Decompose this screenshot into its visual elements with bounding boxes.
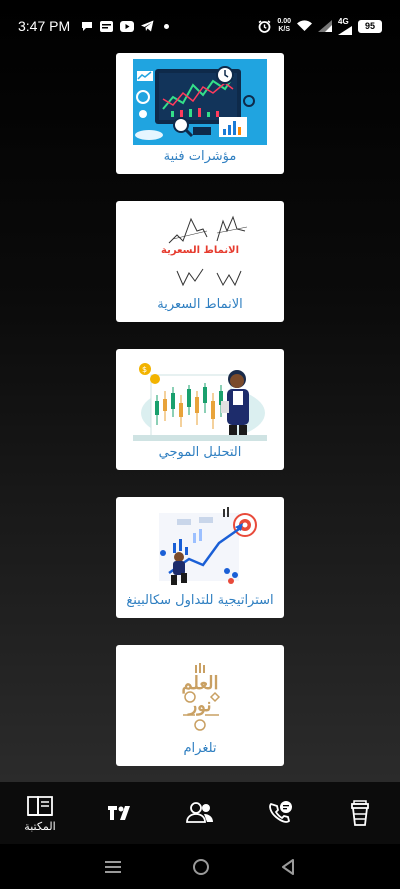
nav-users[interactable] (165, 802, 235, 824)
youtube-icon (120, 20, 135, 32)
svg-text:$: $ (142, 365, 147, 374)
alarm-icon (258, 19, 271, 33)
status-time: 3:47 PM (18, 18, 71, 34)
wave-analysis-image: $ (133, 355, 267, 441)
price-patterns-image: الانماط السعرية (133, 207, 267, 293)
nav-library[interactable]: المكتبة (5, 794, 75, 833)
telegram-logo-image: العلم نور (133, 651, 267, 737)
recent-apps-icon[interactable] (105, 860, 122, 874)
net-speed-value: 0.00 (277, 18, 291, 25)
nav-coffee[interactable] (325, 800, 395, 826)
home-icon[interactable] (192, 858, 210, 876)
card-price-patterns[interactable]: الانماط السعرية الانماط السعرية (116, 201, 284, 322)
card-label: استراتيجية للتداول سكالبينغ (126, 593, 274, 608)
chat-icon (82, 22, 93, 31)
coffee-cup-icon (351, 800, 369, 826)
news-icon (100, 20, 114, 32)
nav-library-label: المكتبة (24, 819, 56, 833)
system-navigation-bar (0, 844, 400, 889)
telegram-icon (141, 20, 154, 32)
status-bar: 3:47 PM 0.00 K/S 4G 95 (0, 0, 400, 52)
card-wave-analysis[interactable]: $ التحليل الموجي (116, 349, 284, 470)
telegram-logo-text-top: العلم (181, 673, 219, 694)
dot-icon (164, 23, 170, 29)
net-speed: 0.00 K/S (277, 18, 291, 34)
battery-indicator: 95 (358, 19, 382, 33)
signal-icon (338, 25, 352, 35)
price-patterns-image-text: الانماط السعرية (161, 245, 239, 256)
card-technical-indicators[interactable]: مؤشرات فنية (116, 53, 284, 174)
library-icon (27, 795, 53, 816)
network-type: 4G (338, 16, 349, 26)
scalping-strategy-image (133, 503, 267, 589)
card-label: مؤشرات فنية (163, 149, 237, 164)
card-label: الانماط السعرية (157, 297, 243, 312)
users-icon (186, 802, 213, 823)
card-label: التحليل الموجي (158, 445, 242, 460)
net-speed-unit: K/S (278, 26, 291, 33)
card-label: تلغرام (183, 741, 217, 756)
back-icon[interactable] (281, 858, 295, 875)
nav-tradingview[interactable] (85, 806, 155, 820)
card-telegram[interactable]: العلم نور تلغرام (116, 645, 284, 766)
phone-chat-icon (269, 801, 292, 823)
wifi-icon (297, 20, 312, 31)
signal-icon (318, 20, 332, 32)
card-scalping-strategy[interactable]: استراتيجية للتداول سكالبينغ (116, 497, 284, 618)
technical-indicators-image (133, 59, 267, 145)
bottom-navigation: المكتبة (0, 782, 400, 844)
tradingview-icon (108, 806, 130, 820)
nav-contact[interactable] (245, 800, 315, 826)
telegram-logo-text-bottom: نور (188, 695, 212, 716)
